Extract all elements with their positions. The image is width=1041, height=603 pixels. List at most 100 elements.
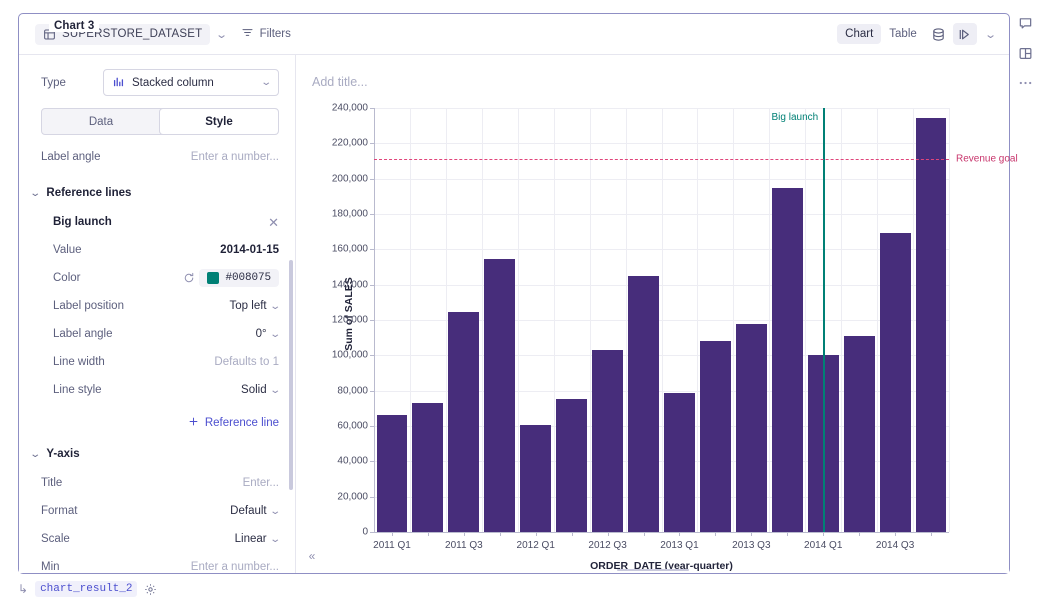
tab-style[interactable]: Style — [160, 109, 278, 134]
x-tick-label: 2011 Q3 — [445, 540, 483, 551]
x-tick-mark — [428, 532, 429, 536]
x-gridline — [410, 108, 411, 532]
y-tick-label: 220,000 — [332, 138, 368, 149]
chart-type-select[interactable]: Stacked column ⌄ — [103, 69, 279, 96]
section-reference-lines[interactable]: ⌄ Reference lines — [31, 180, 279, 206]
layout-icon[interactable] — [1015, 43, 1035, 63]
yaxis-format-value: Default — [230, 505, 266, 517]
x-tick-mark — [823, 532, 824, 536]
yaxis-scale-label: Scale — [41, 533, 70, 545]
view-toggle: Chart Table — [837, 24, 925, 44]
more-icon[interactable] — [1015, 73, 1035, 93]
bar[interactable] — [377, 415, 408, 532]
setting-ref-line-style: Line style Solid⌄ — [53, 377, 279, 402]
x-gridline — [805, 108, 806, 532]
label-angle-input[interactable]: Enter a number... — [191, 151, 279, 163]
bar[interactable] — [664, 393, 695, 532]
chart-type-label: Type — [41, 77, 103, 89]
ref-line-width-input[interactable]: Defaults to 1 — [214, 356, 279, 368]
filters-button[interactable]: Filters — [241, 26, 291, 42]
bar[interactable] — [592, 350, 623, 532]
ref-label-angle-label: Label angle — [53, 328, 112, 340]
bar[interactable] — [880, 233, 911, 532]
y-tick-label: 40,000 — [337, 456, 368, 467]
result-name-chip[interactable]: chart_result_2 — [35, 581, 137, 597]
y-tick-label: 80,000 — [337, 385, 368, 396]
setting-yaxis-min: Min Enter a number... — [41, 554, 279, 573]
plot-area: 020,00040,00060,00080,000100,000120,0001… — [374, 108, 949, 532]
tab-table[interactable]: Table — [881, 24, 925, 44]
reference-vline[interactable] — [823, 108, 824, 532]
x-tick-label: 2013 Q3 — [732, 540, 770, 551]
ref-line-style-select[interactable]: Solid⌄ — [241, 384, 279, 396]
app-root: Chart 3 SUPERSTORE_DATASET ⌄ — [0, 0, 1041, 603]
ref-label-position-value: Top left — [230, 300, 267, 312]
x-tick-label: 2013 Q1 — [660, 540, 698, 551]
status-bar: ↳ chart_result_2 — [18, 581, 157, 597]
bar[interactable] — [556, 399, 587, 532]
drag-handle[interactable] — [617, 569, 689, 572]
tab-data[interactable]: Data — [42, 109, 160, 134]
add-reference-line-button[interactable]: Reference line — [41, 416, 279, 430]
bar[interactable] — [772, 188, 803, 533]
gear-icon[interactable] — [144, 583, 157, 596]
toolbar-right-group: Chart Table ⌄ — [837, 23, 1009, 45]
x-tick-mark — [931, 532, 932, 536]
ref-label-position-select[interactable]: Top left⌄ — [230, 300, 279, 312]
bar[interactable] — [484, 259, 515, 532]
bar[interactable] — [628, 276, 659, 532]
style-settings-panel: Type Stacked column ⌄ Data — [19, 55, 296, 573]
dataset-chevron-down-icon[interactable]: ⌄ — [216, 28, 229, 41]
close-icon[interactable]: ✕ — [268, 216, 279, 229]
y-tick-label: 180,000 — [332, 209, 368, 220]
ref-color-picker[interactable]: #008075 — [199, 269, 279, 287]
bar[interactable] — [916, 118, 947, 532]
setting-label-angle: Label angle Enter a number... — [41, 144, 279, 169]
x-tick-label: 2011 Q1 — [373, 540, 411, 551]
tab-chart[interactable]: Chart — [837, 24, 881, 44]
chart-title-input[interactable]: Add title... — [312, 75, 368, 89]
run-chevron-down-icon[interactable]: ⌄ — [984, 28, 997, 41]
comment-icon[interactable] — [1015, 13, 1035, 33]
setting-yaxis-format: Format Default⌄ — [41, 498, 279, 523]
setting-yaxis-title: Title Enter... — [41, 470, 279, 495]
database-icon[interactable] — [927, 23, 951, 45]
run-icon[interactable] — [953, 23, 977, 45]
ref-value-input[interactable]: 2014-01-15 — [220, 244, 279, 256]
ref-color-label: Color — [53, 272, 80, 284]
panel-scrollbar[interactable] — [289, 260, 293, 490]
setting-ref-label-position: Label position Top left⌄ — [53, 293, 279, 318]
setting-ref-line-width: Line width Defaults to 1 — [53, 349, 279, 374]
label-angle-label: Label angle — [41, 151, 100, 163]
bar[interactable] — [736, 324, 767, 532]
x-gridline — [626, 108, 627, 532]
bar[interactable] — [412, 403, 443, 532]
yaxis-scale-select[interactable]: Linear⌄ — [235, 533, 279, 545]
reset-icon[interactable] — [183, 272, 195, 284]
collapse-panel-button[interactable]: « — [301, 545, 323, 567]
y-tick-mark — [370, 532, 374, 533]
y-axis-line — [374, 108, 375, 532]
x-gridline — [518, 108, 519, 532]
section-y-axis[interactable]: ⌄ Y-axis — [31, 441, 279, 467]
chart-card-frame: Chart 3 SUPERSTORE_DATASET ⌄ — [18, 13, 1010, 574]
bar[interactable] — [448, 312, 479, 532]
bar[interactable] — [700, 341, 731, 532]
yaxis-min-label: Min — [41, 561, 60, 573]
y-tick-label: 120,000 — [332, 315, 368, 326]
bar[interactable] — [520, 425, 551, 532]
reference-hline[interactable] — [374, 159, 949, 160]
yaxis-format-select[interactable]: Default⌄ — [230, 505, 279, 517]
yaxis-title-input[interactable]: Enter... — [243, 477, 279, 489]
x-gridline — [697, 108, 698, 532]
ref-color-hex: #008075 — [225, 272, 271, 284]
x-gridline — [949, 108, 950, 532]
yaxis-min-input[interactable]: Enter a number... — [191, 561, 279, 573]
result-arrow-icon: ↳ — [18, 582, 28, 596]
ref-label-angle-select[interactable]: 0°⌄ — [256, 328, 279, 340]
chevron-down-icon: ⌄ — [269, 329, 281, 340]
reference-line-fields: Value 2014-01-15 Color — [41, 237, 279, 402]
bar[interactable] — [844, 336, 875, 532]
x-tick-mark — [787, 532, 788, 536]
x-tick-mark — [895, 532, 896, 536]
